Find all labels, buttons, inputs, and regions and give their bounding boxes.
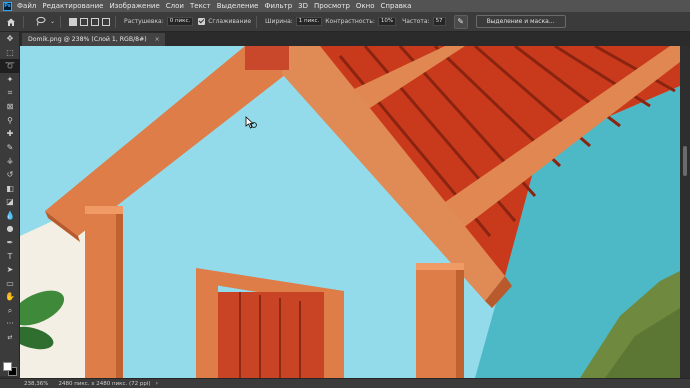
antialias-checkbox[interactable] — [198, 18, 206, 25]
frame-tool-icon[interactable]: ⊠ — [0, 100, 20, 114]
blur-tool-icon[interactable]: 💧 — [0, 209, 20, 223]
divider — [23, 15, 24, 28]
marquee-tool-icon[interactable]: ⬚ — [0, 46, 20, 60]
menu-3d[interactable]: 3D — [298, 2, 308, 10]
house-illustration — [20, 46, 680, 378]
tool-preset-dropdown-icon[interactable]: ⌄ — [50, 18, 55, 25]
menu-help[interactable]: Справка — [381, 2, 412, 10]
hand-tool-icon[interactable]: ✋ — [0, 290, 20, 304]
eyedropper-tool-icon[interactable]: ⚲ — [0, 114, 20, 128]
dodge-tool-icon[interactable]: ● — [0, 222, 20, 236]
document-tab[interactable]: Domik.png @ 238% (Слой 1, RGB/8#) × — [22, 33, 165, 46]
menu-image[interactable]: Изображение — [109, 2, 159, 10]
eraser-tool-icon[interactable]: ◧ — [0, 182, 20, 196]
crop-tool-icon[interactable]: ⌗ — [0, 86, 20, 100]
photoshop-logo-icon: Ps — [3, 1, 12, 11]
feather-label: Растушевка: — [124, 18, 164, 25]
rectangle-tool-icon[interactable]: ▭ — [0, 277, 20, 291]
intersect-selection-icon[interactable] — [102, 17, 111, 26]
magnetic-lasso-icon[interactable] — [33, 15, 47, 29]
select-and-mask-button[interactable]: Выделение и маска... — [475, 15, 566, 28]
document-tab-title: Domik.png @ 238% (Слой 1, RGB/8#) — [28, 36, 147, 43]
move-tool-icon[interactable]: ✥ — [0, 32, 20, 46]
default-colors-icon[interactable]: ⇄ — [0, 331, 20, 345]
divider — [256, 15, 258, 28]
antialias-label: Сглаживание — [208, 18, 252, 25]
history-brush-tool-icon[interactable]: ↺ — [0, 168, 20, 182]
subtract-from-selection-icon[interactable] — [91, 17, 100, 26]
document-info: 2480 пикс. x 2480 пикс. (72 ppi) — [58, 380, 151, 387]
more-tools-icon[interactable]: ··· — [0, 317, 20, 331]
divider — [60, 15, 62, 28]
menu-bar: Ps Файл Редактирование Изображение Слои … — [0, 0, 690, 12]
paint-bucket-tool-icon[interactable]: ◪ — [0, 195, 20, 209]
zoom-level[interactable]: 238,36% — [24, 381, 48, 387]
foreground-color-swatch[interactable] — [3, 362, 12, 371]
menu-type[interactable]: Текст — [190, 2, 211, 10]
divider — [115, 15, 117, 28]
type-tool-icon[interactable]: T — [0, 250, 20, 264]
frequency-label: Частота: — [402, 18, 430, 25]
contrast-label: Контрастность: — [325, 18, 375, 25]
menu-edit[interactable]: Редактирование — [42, 2, 103, 10]
status-bar: 238,36% 2480 пикс. x 2480 пикс. (72 ppi)… — [0, 378, 690, 388]
add-to-selection-icon[interactable] — [80, 17, 89, 26]
document-tab-bar: Domik.png @ 238% (Слой 1, RGB/8#) × — [20, 32, 690, 46]
zoom-tool-icon[interactable]: ⌕ — [0, 304, 20, 318]
frequency-input[interactable]: 57 — [432, 17, 446, 26]
width-input[interactable]: 1 пикс. — [295, 17, 323, 26]
clone-stamp-tool-icon[interactable]: ⚶ — [0, 154, 20, 168]
contrast-input[interactable]: 10% — [377, 17, 397, 26]
pen-tool-icon[interactable]: ✒ — [0, 236, 20, 250]
width-label: Ширина: — [265, 18, 293, 25]
chevron-right-icon[interactable]: › — [156, 380, 158, 387]
brush-tool-icon[interactable]: ✎ — [0, 141, 20, 155]
vertical-scroll-thumb[interactable] — [683, 146, 687, 176]
feather-input[interactable]: 0 пикс. — [166, 17, 194, 26]
menu-filter[interactable]: Фильтр — [264, 2, 292, 10]
color-swatches[interactable] — [3, 362, 17, 376]
document-canvas[interactable] — [20, 46, 680, 378]
menu-select[interactable]: Выделение — [217, 2, 259, 10]
path-selection-tool-icon[interactable]: ➤ — [0, 263, 20, 277]
home-icon[interactable] — [4, 15, 18, 29]
pen-pressure-icon[interactable]: ✎ — [453, 14, 468, 29]
lasso-tool-icon[interactable]: ➰ — [0, 59, 20, 73]
options-bar: ⌄ Растушевка: 0 пикс. Сглаживание Ширина… — [0, 12, 690, 32]
menu-window[interactable]: Окно — [356, 2, 375, 10]
menu-file[interactable]: Файл — [17, 2, 36, 10]
healing-brush-tool-icon[interactable]: ✚ — [0, 127, 20, 141]
tools-panel: ✥ ⬚ ➰ ✦ ⌗ ⊠ ⚲ ✚ ✎ ⚶ ↺ ◧ ◪ 💧 ● ✒ T ➤ ▭ ✋ … — [0, 32, 20, 376]
menu-view[interactable]: Просмотр — [314, 2, 350, 10]
close-icon[interactable]: × — [155, 33, 160, 46]
menu-layers[interactable]: Слои — [166, 2, 184, 10]
vertical-scrollbar[interactable] — [680, 46, 690, 378]
new-selection-icon[interactable] — [69, 17, 78, 26]
magic-wand-tool-icon[interactable]: ✦ — [0, 73, 20, 87]
